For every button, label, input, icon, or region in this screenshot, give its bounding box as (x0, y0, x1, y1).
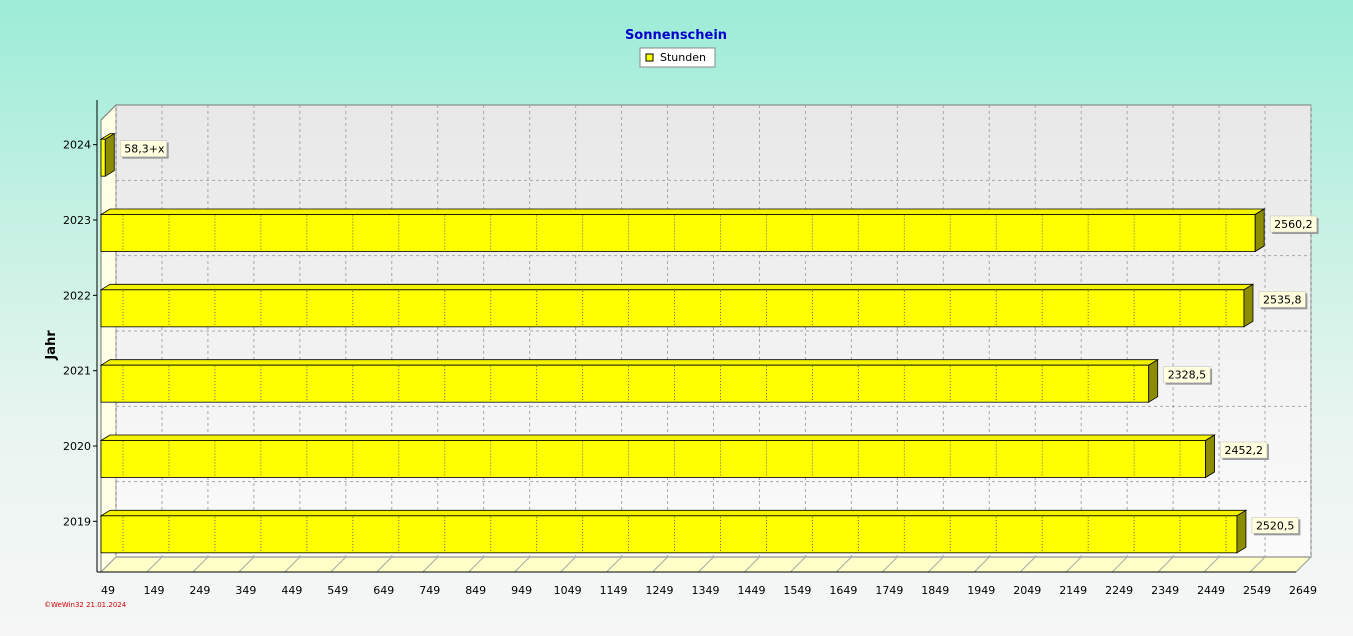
x-tick-label: 949 (511, 584, 532, 597)
x-tick-label: 349 (235, 584, 256, 597)
x-tick-label: 49 (101, 584, 115, 597)
bar-front-face (100, 440, 1206, 478)
x-tick-label: 549 (327, 584, 348, 597)
bar-side-face (1236, 509, 1247, 554)
x-tick-label: 149 (143, 584, 164, 597)
y-tick-label: 2023 (63, 214, 91, 227)
x-tick-label: 1549 (783, 584, 811, 597)
x-tick-label: 1449 (737, 584, 765, 597)
bar-front-face (100, 214, 1256, 252)
x-tick-label: 1849 (921, 584, 949, 597)
data-label-2022: 2535,8 (1258, 291, 1308, 310)
bar-side-face (1148, 358, 1159, 403)
x-tick-label: 849 (465, 584, 486, 597)
bar-top-face (99, 208, 1266, 215)
data-label-2023: 2560,2 (1269, 215, 1319, 234)
legend-swatch (645, 53, 654, 62)
legend-label: Stunden (660, 51, 706, 64)
bar-top-face (99, 434, 1216, 441)
x-tick-label: 1649 (829, 584, 857, 597)
x-tick-label: 2649 (1289, 584, 1317, 597)
x-tick-label: 1349 (692, 584, 720, 597)
bar-2024 (99, 132, 116, 177)
x-tick-label: 2249 (1105, 584, 1133, 597)
x-tick-label: 449 (281, 584, 302, 597)
x-tick-label: 1249 (646, 584, 674, 597)
data-label-text: 2328,5 (1168, 369, 1207, 382)
y-axis-label: Jahr (44, 330, 59, 361)
bar-side-face (1254, 208, 1265, 253)
bar-side-face (1243, 283, 1254, 328)
data-label-text: 2520,5 (1256, 519, 1295, 532)
x-tick-label: 2449 (1197, 584, 1225, 597)
bar-top-face (99, 509, 1248, 517)
bar-2020 (99, 434, 1216, 479)
bar-2021 (99, 358, 1160, 403)
data-label-text: 2560,2 (1274, 218, 1313, 231)
data-label-2021: 2328,5 (1163, 366, 1213, 385)
bar-front-face (100, 289, 1245, 328)
bar-side-face (1205, 434, 1215, 479)
bar-front-face (100, 364, 1150, 403)
x-tick-label: 649 (373, 584, 394, 597)
bar-front-face (100, 515, 1238, 554)
x-tick-label: 1149 (600, 584, 628, 597)
plot-area (99, 103, 1313, 574)
chart-title: Sonnenschein (625, 28, 727, 43)
y-tick-label: 2022 (63, 289, 91, 302)
chart: Sonnenschein Stunden Jahr 49 149 249 349 449… (44, 28, 1319, 609)
bar-2019 (99, 509, 1248, 554)
bar-top-face (99, 283, 1255, 291)
bar-side-face (104, 132, 115, 177)
credit-text: ©WeWin32 21.01.2024 (44, 601, 127, 609)
y-tick-label: 2024 (63, 139, 91, 152)
bar-top-face (99, 359, 1160, 366)
bar-front-face (100, 138, 106, 177)
data-label-text: 58,3+x (124, 143, 165, 156)
y-tick-label: 2020 (63, 440, 91, 453)
bar-2023 (99, 208, 1266, 253)
y-tick-label: 2021 (63, 365, 91, 378)
x-tick-label: 2549 (1243, 584, 1271, 597)
x-tick-label: 2149 (1059, 584, 1087, 597)
data-label-text: 2452,2 (1225, 444, 1264, 457)
x-tick-label: 249 (189, 584, 210, 597)
x-tick-label: 749 (419, 584, 440, 597)
x-tick-label: 1749 (875, 584, 903, 597)
data-label-2024: 58,3+x (120, 140, 169, 159)
x-tick-label: 1049 (554, 584, 582, 597)
x-tick-label: 2049 (1013, 584, 1041, 597)
data-label-2020: 2452,2 (1220, 441, 1269, 460)
x-tick-label: 1949 (967, 584, 995, 597)
bar-2022 (99, 283, 1255, 328)
data-label-text: 2535,8 (1263, 293, 1302, 306)
data-label-2019: 2520,5 (1251, 517, 1301, 536)
x-tick-label: 2349 (1151, 584, 1179, 597)
y-tick-label: 2019 (63, 515, 91, 528)
legend: Stunden (639, 47, 716, 68)
